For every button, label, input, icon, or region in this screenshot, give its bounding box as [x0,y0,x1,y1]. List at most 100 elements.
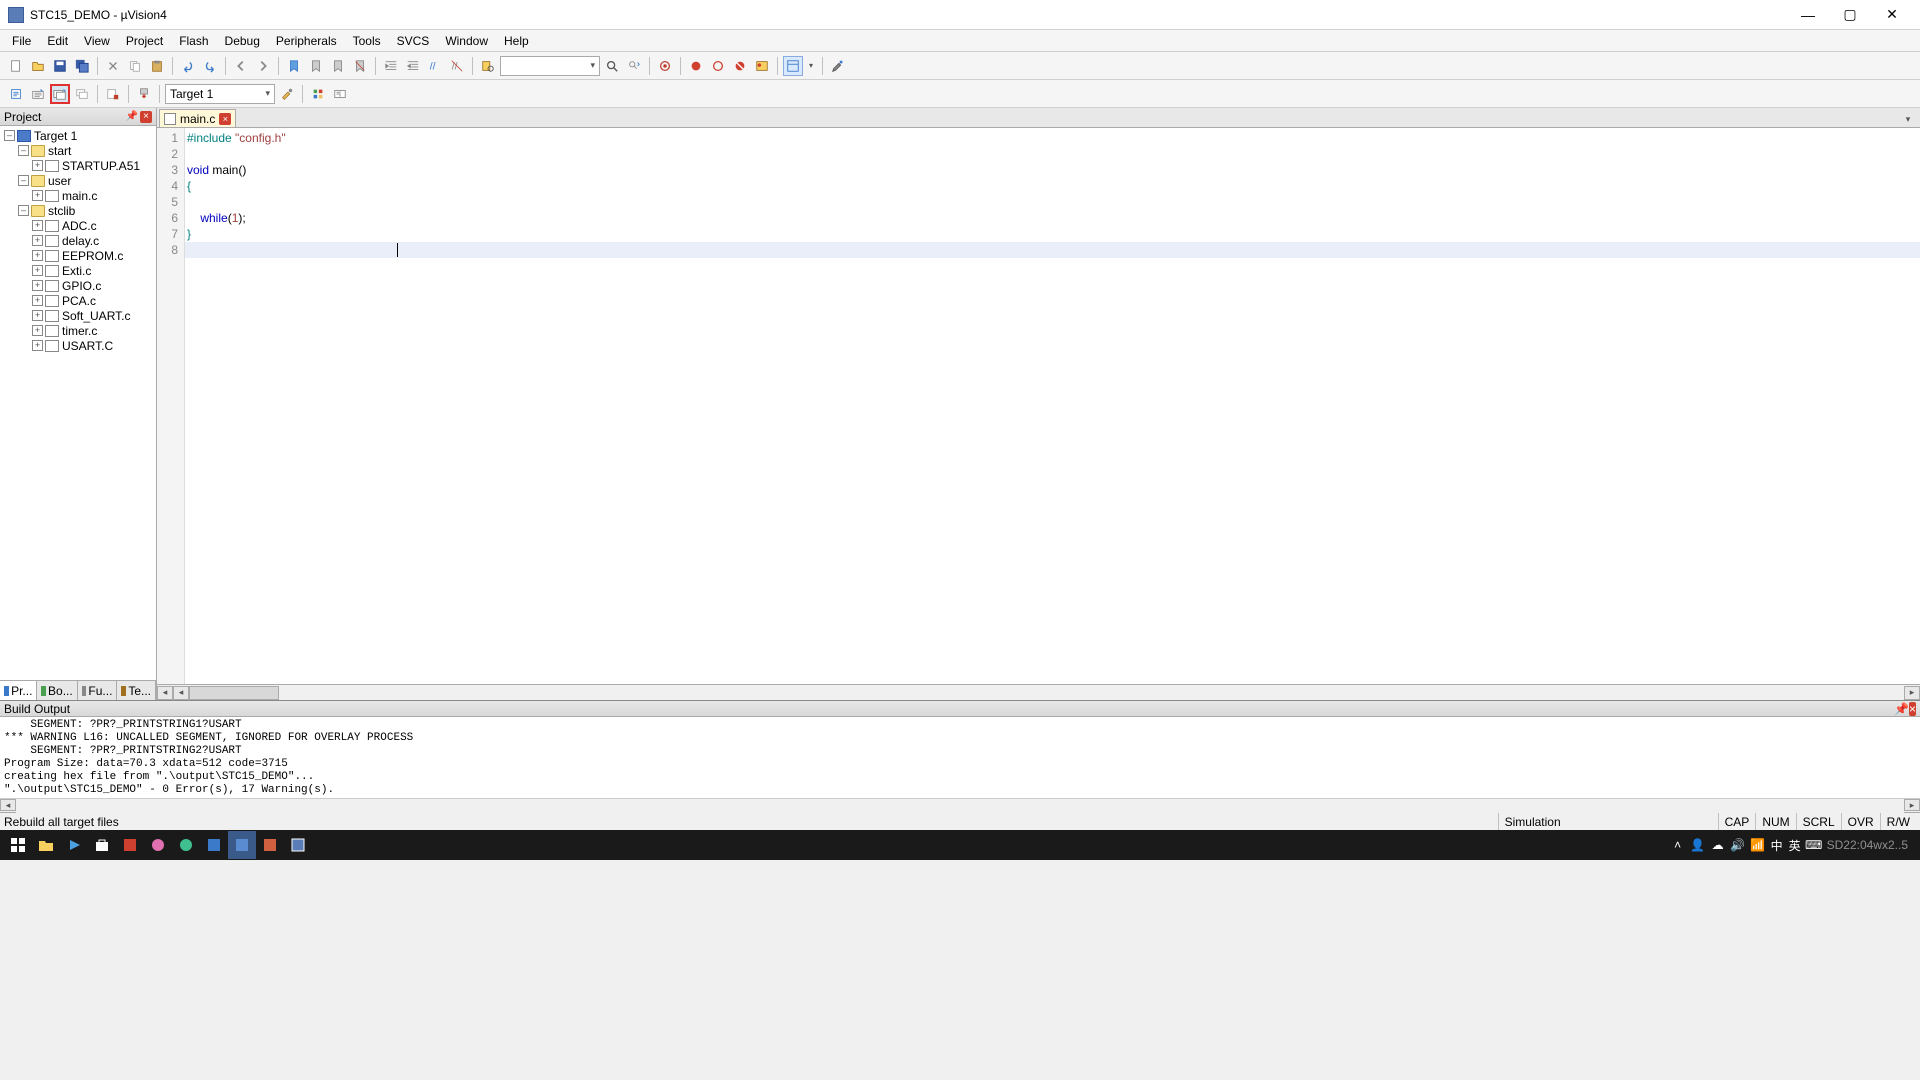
tree-group-start[interactable]: –start [0,143,156,158]
tree-file[interactable]: +Soft_UART.c [0,308,156,323]
tree-toggle-icon[interactable]: + [32,295,43,306]
rebuild-icon[interactable] [50,84,70,104]
tree-file[interactable]: +EEPROM.c [0,248,156,263]
taskbar-media-icon[interactable] [60,831,88,859]
download-icon[interactable] [134,84,154,104]
minimize-button[interactable]: — [1796,3,1820,27]
menu-peripherals[interactable]: Peripherals [268,32,345,50]
tree-toggle-icon[interactable]: + [32,280,43,291]
menu-flash[interactable]: Flash [171,32,216,50]
editor-tabs-dropdown-icon[interactable]: ▾ [1900,111,1916,127]
bookmark-clear-icon[interactable] [350,56,370,76]
build-output-text[interactable]: SEGMENT: ?PR?_PRINTSTRING1?USART *** WAR… [0,717,1920,798]
menu-window[interactable]: Window [437,32,496,50]
taskbar-app5-icon[interactable] [256,831,284,859]
build-output-hscroll[interactable]: ◂ ▸ [0,798,1920,812]
tray-chevron-icon[interactable]: ˄ [1671,838,1685,852]
uncomment-icon[interactable]: // [447,56,467,76]
tray-network-icon[interactable]: 📶 [1751,838,1765,852]
tray-volume-icon[interactable]: 🔊 [1731,838,1745,852]
tree-file[interactable]: +main.c [0,188,156,203]
menu-svcs[interactable]: SVCS [389,32,438,50]
panel-close-icon[interactable]: × [140,111,152,123]
bookmark-prev-icon[interactable] [306,56,326,76]
debug-icon[interactable] [655,56,675,76]
save-icon[interactable] [50,56,70,76]
breakpoint-window-icon[interactable] [752,56,772,76]
tree-toggle-icon[interactable]: – [18,205,29,216]
tree-group-stclib[interactable]: –stclib [0,203,156,218]
project-bottom-tab[interactable]: Bo... [37,681,77,700]
tree-group-user[interactable]: –user [0,173,156,188]
nav-back-icon[interactable] [231,56,251,76]
project-bottom-tab[interactable]: Te... [117,681,156,700]
code-text[interactable]: #include "config.h" void main(){ while(1… [185,128,1920,684]
outdent-icon[interactable] [403,56,423,76]
translate-icon[interactable] [6,84,26,104]
maximize-button[interactable]: ▢ [1838,3,1862,27]
taskbar-app4-icon[interactable] [228,831,256,859]
tree-toggle-icon[interactable]: – [18,175,29,186]
taskbar-explorer-icon[interactable] [32,831,60,859]
pin-icon[interactable]: 📌 [126,111,138,123]
tree-target[interactable]: –Target 1 [0,128,156,143]
menu-edit[interactable]: Edit [39,32,76,50]
menu-help[interactable]: Help [496,32,537,50]
breakpoint-kill-icon[interactable] [730,56,750,76]
taskbar-store-icon[interactable] [88,831,116,859]
bookmark-toggle-icon[interactable] [284,56,304,76]
stop-build-icon[interactable] [103,84,123,104]
tree-toggle-icon[interactable]: + [32,235,43,246]
hscroll-thumb[interactable] [189,686,279,700]
tray-ime2[interactable]: 中 [1771,837,1783,854]
redo-icon[interactable] [200,56,220,76]
window-dropdown-icon[interactable]: ▾ [805,56,817,76]
breakpoint-disable-icon[interactable] [708,56,728,76]
tray-cloud-icon[interactable]: ☁ [1711,838,1725,852]
tree-toggle-icon[interactable]: + [32,265,43,276]
editor-hscroll[interactable]: ◂ ◂ ▸ [157,684,1920,700]
open-file-icon[interactable] [28,56,48,76]
paste-icon[interactable] [147,56,167,76]
copy-icon[interactable] [125,56,145,76]
cut-icon[interactable] [103,56,123,76]
save-all-icon[interactable] [72,56,92,76]
tree-file[interactable]: +STARTUP.A51 [0,158,156,173]
taskbar-app2-icon[interactable] [144,831,172,859]
build-icon[interactable] [28,84,48,104]
menu-project[interactable]: Project [118,32,171,50]
tab-close-icon[interactable]: × [219,113,231,125]
code-area[interactable]: 12345678 #include "config.h" void main()… [157,128,1920,684]
hscroll-track[interactable] [189,686,1904,700]
target-combo[interactable]: Target 1▾ [165,84,275,104]
tree-file[interactable]: +ADC.c [0,218,156,233]
project-tree[interactable]: –Target 1–start+STARTUP.A51–user+main.c–… [0,126,156,680]
menu-file[interactable]: File [4,32,39,50]
indent-icon[interactable] [381,56,401,76]
hscroll-track[interactable] [16,799,1904,813]
tree-toggle-icon[interactable]: + [32,160,43,171]
find-in-files-icon[interactable] [478,56,498,76]
hscroll-left-icon[interactable]: ◂ [157,686,173,700]
new-file-icon[interactable] [6,56,26,76]
hscroll-right-icon[interactable]: ▸ [1904,686,1920,700]
batch-build-icon[interactable] [72,84,92,104]
tree-toggle-icon[interactable]: + [32,310,43,321]
menu-tools[interactable]: Tools [345,32,389,50]
start-button[interactable] [4,831,32,859]
nav-forward-icon[interactable] [253,56,273,76]
project-bottom-tab[interactable]: Fu... [78,681,118,700]
close-button[interactable]: ✕ [1880,3,1904,27]
window-tile-icon[interactable] [783,56,803,76]
breakpoint-insert-icon[interactable] [686,56,706,76]
tree-toggle-icon[interactable]: + [32,325,43,336]
hscroll-right-icon[interactable]: ▸ [1904,799,1920,811]
tray-people-icon[interactable]: 👤 [1691,838,1705,852]
incremental-find-icon[interactable] [624,56,644,76]
find-combo[interactable]: ▾ [500,56,600,76]
tree-toggle-icon[interactable]: + [32,340,43,351]
find-icon[interactable] [602,56,622,76]
bookmark-next-icon[interactable] [328,56,348,76]
manage-project-icon[interactable] [308,84,328,104]
tree-file[interactable]: +timer.c [0,323,156,338]
